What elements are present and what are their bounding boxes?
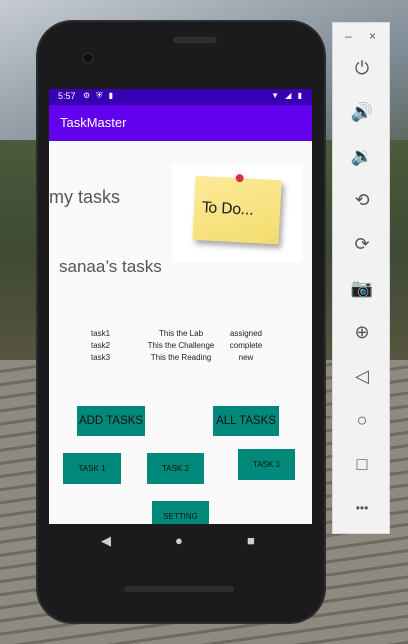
todo-sticky-note-image: To Do...	[172, 164, 302, 262]
bottom-speaker	[124, 586, 234, 592]
nav-home-icon[interactable]: ●	[175, 533, 183, 548]
home-icon[interactable]: ○	[333, 407, 391, 433]
add-tasks-button[interactable]: ADD TASKS	[77, 406, 145, 436]
status-bar: 5:57 ⚙ ⛨ ▮ ▼ ◢ ▮	[49, 89, 312, 105]
status-system-icons: ▼ ◢ ▮	[271, 91, 304, 100]
app-bar: TaskMaster	[49, 105, 312, 141]
task1-button[interactable]: TASK 1	[63, 453, 121, 484]
task-state: complete	[229, 341, 263, 350]
task-description: This the Challenge	[147, 341, 215, 350]
all-tasks-button[interactable]: ALL TASKS	[213, 406, 279, 436]
push-pin-icon	[235, 173, 244, 183]
earpiece-speaker	[173, 37, 217, 43]
task-name: task3	[91, 353, 111, 362]
status-notification-icons: ⚙ ⛨ ▮	[83, 91, 116, 100]
close-icon[interactable]: ×	[369, 29, 376, 43]
status-time: 5:57	[58, 91, 76, 101]
setting-button[interactable]: SETTING	[152, 501, 209, 524]
todo-note-text: To Do...	[201, 198, 254, 219]
minimize-icon[interactable]: –	[345, 29, 352, 43]
task-state: assigned	[229, 329, 263, 338]
task2-button[interactable]: TASK 2	[147, 453, 204, 484]
app-screen: 5:57 ⚙ ⛨ ▮ ▼ ◢ ▮ TaskMaster my tasks To …	[49, 89, 312, 524]
back-icon[interactable]: ◁	[333, 363, 391, 389]
user-tasks-heading: sanaa’s tasks	[59, 257, 162, 276]
front-camera-icon	[82, 52, 94, 64]
task-description: This the Lab	[158, 329, 204, 338]
task-name: task1	[91, 329, 111, 338]
nav-recent-apps-icon[interactable]: ■	[247, 533, 255, 548]
sticky-note: To Do...	[192, 173, 282, 245]
phone-frame: 5:57 ⚙ ⛨ ▮ ▼ ◢ ▮ TaskMaster my tasks To …	[38, 22, 324, 622]
power-icon[interactable]: ⏻	[333, 55, 391, 81]
android-nav-bar: ◀ ● ■	[49, 524, 312, 560]
app-title: TaskMaster	[60, 115, 127, 130]
my-tasks-heading: my tasks	[49, 187, 121, 207]
task-description: This the Reading	[150, 353, 212, 362]
zoom-icon[interactable]: ⊕	[333, 319, 391, 345]
overview-icon[interactable]: □	[333, 451, 391, 477]
volume-up-icon[interactable]: 🔊	[333, 99, 391, 125]
rotate-left-icon[interactable]: ⟲	[333, 187, 391, 213]
task-state: new	[238, 353, 254, 362]
rotate-right-icon[interactable]: ⟳	[333, 231, 391, 257]
emulator-control-panel: – × ⏻ 🔊 🔉 ⟲ ⟳ 📷 ⊕ ◁ ○ □ •••	[332, 22, 390, 534]
camera-icon[interactable]: 📷	[333, 275, 391, 301]
nav-back-icon[interactable]: ◀	[101, 533, 111, 549]
more-icon[interactable]: •••	[333, 495, 391, 521]
task-name: task2	[91, 341, 111, 350]
volume-down-icon[interactable]: 🔉	[333, 143, 391, 169]
task3-button[interactable]: TASK 3	[238, 449, 295, 480]
